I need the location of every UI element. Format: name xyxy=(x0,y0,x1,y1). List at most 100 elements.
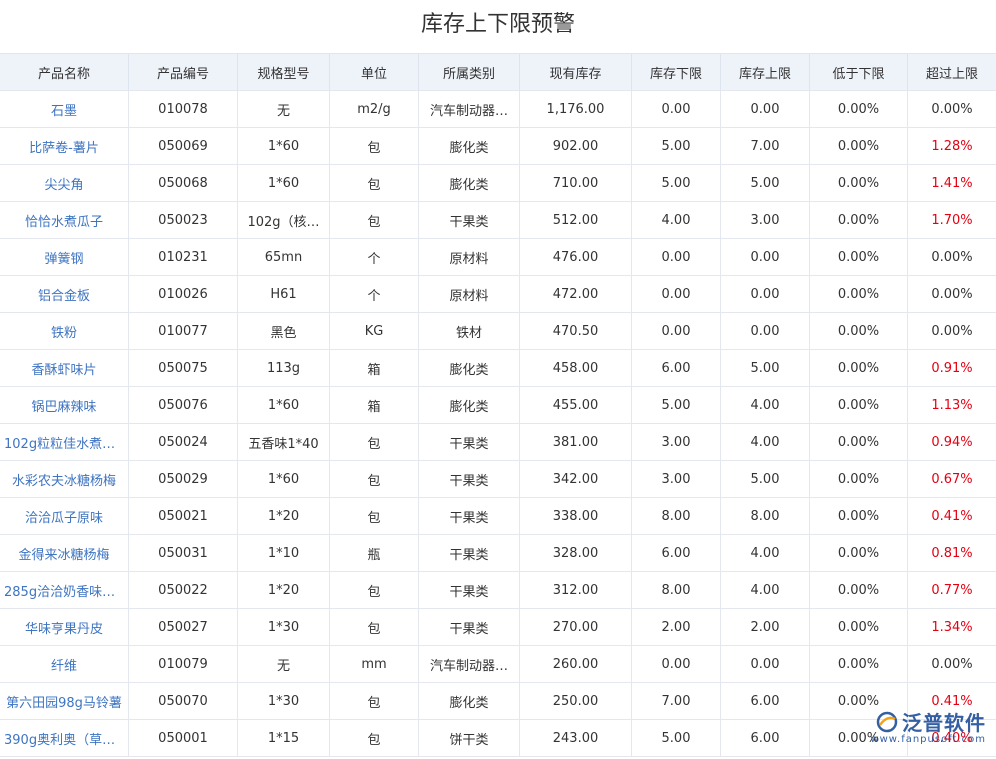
table-cell: 包 xyxy=(330,498,419,534)
product-name-link[interactable]: 水彩农夫冰糖杨梅 xyxy=(0,461,129,497)
cell-value: 比萨卷-薯片 xyxy=(29,140,99,156)
product-name-link[interactable]: 恰恰水煮瓜子 xyxy=(0,202,129,238)
product-name-link[interactable]: 华味亨果丹皮 xyxy=(0,609,129,645)
table-row[interactable]: 恰恰水煮瓜子 050023 102g（核… 包 干果类 512.00 4.00 3.00 0.0… xyxy=(0,202,996,239)
table-row[interactable]: 弹簧钢 010231 65mn 个 原材料 476.00 0.00 0.00 0.00% 0.00… xyxy=(0,239,996,276)
cell-value: mm xyxy=(361,656,387,672)
table-row[interactable]: 香酥虾味片 050075 113g 箱 膨化类 458.00 6.00 5.00 0.00% 0.… xyxy=(0,350,996,387)
table-row[interactable]: 水彩农夫冰糖杨梅 050029 1*60 包 干果类 342.00 3.00 5.00 0.00… xyxy=(0,461,996,498)
table-row[interactable]: 洽洽瓜子原味 050021 1*20 包 干果类 338.00 8.00 8.00 0.00% 0… xyxy=(0,498,996,535)
table-cell: 0.00% xyxy=(908,646,996,682)
column-header[interactable]: 产品名称 xyxy=(0,54,129,90)
table-cell: 0.00% xyxy=(810,91,908,127)
cell-value: 902.00 xyxy=(552,138,599,154)
column-header[interactable]: 库存上限 xyxy=(721,54,810,90)
cell-value: 膨化类 xyxy=(449,695,489,711)
table-row[interactable]: 比萨卷-薯片 050069 1*60 包 膨化类 902.00 5.00 7.00 0.00% 1… xyxy=(0,128,996,165)
product-name-link[interactable]: 第六田园98g马铃薯 xyxy=(0,683,129,719)
cell-value: 0.00% xyxy=(931,286,973,302)
cell-value: 050027 xyxy=(158,619,208,635)
cell-value: 石墨 xyxy=(50,103,77,119)
column-header[interactable]: 现有库存 xyxy=(520,54,632,90)
table-row[interactable]: 285g洽洽奶香味瓜子 050022 1*20 包 干果类 312.00 8.00 4.00 0… xyxy=(0,572,996,609)
cell-value: 010077 xyxy=(158,323,208,339)
cell-value: 干果类 xyxy=(449,436,489,452)
cell-value: 113g xyxy=(266,360,301,376)
cell-value: 金得来冰糖杨梅 xyxy=(18,547,110,563)
logo-url: www.fanpusoft.com xyxy=(870,734,986,745)
product-name-link[interactable]: 102g粒粒佳水煮瓜子 xyxy=(0,424,129,460)
product-name-link[interactable]: 石墨 xyxy=(0,91,129,127)
column-header[interactable]: 产品编号 xyxy=(129,54,238,90)
table-row[interactable]: 102g粒粒佳水煮瓜子 050024 五香味1*40 包 干果类 381.00 3.00 4.… xyxy=(0,424,996,461)
table-cell: KG xyxy=(330,313,419,349)
table-cell: 干果类 xyxy=(419,424,520,460)
table-row[interactable]: 纤维 010079 无 mm 汽车制动器… 260.00 0.00 0.00 0.00% 0.00… xyxy=(0,646,996,683)
product-name-link[interactable]: 铁粉 xyxy=(0,313,129,349)
table-cell: 1*15 xyxy=(238,720,330,756)
cell-value: 汽车制动器… xyxy=(429,658,508,674)
table-cell: 汽车制动器… xyxy=(419,91,520,127)
table-cell: 1*60 xyxy=(238,128,330,164)
table-cell: 1.28% xyxy=(908,128,996,164)
table-cell: 050070 xyxy=(129,683,238,719)
cell-value: 6.00 xyxy=(661,545,691,561)
table-cell: 6.00 xyxy=(632,535,721,571)
cell-value: 342.00 xyxy=(552,471,599,487)
table-cell: 0.00 xyxy=(632,646,721,682)
table-row[interactable]: 石墨 010078 无 m2/g 汽车制动器… 1,176.00 0.00 0.00 0.00%… xyxy=(0,91,996,128)
table-row[interactable]: 锅巴麻辣味 050076 1*60 箱 膨化类 455.00 5.00 4.00 0.00% 1.… xyxy=(0,387,996,424)
cell-value: 0.00% xyxy=(837,360,880,376)
column-header[interactable]: 单位 xyxy=(330,54,419,90)
table-row[interactable]: 铁粉 010077 黑色 KG 铁材 470.50 0.00 0.00 0.00% 0.00% xyxy=(0,313,996,350)
cell-value: 无 xyxy=(276,103,290,119)
table-cell: 710.00 xyxy=(520,165,632,201)
table-row[interactable]: 390g奥利奥（草莓味 050001 1*15 包饼干类 243.00 5.00 6.00 0… xyxy=(0,720,996,757)
column-header[interactable]: 超过上限 xyxy=(908,54,996,90)
cell-value: 050070 xyxy=(158,693,208,709)
column-header[interactable]: 所属类别 xyxy=(419,54,520,90)
table-cell: 328.00 xyxy=(520,535,632,571)
table-cell: 包 xyxy=(330,609,419,645)
column-header[interactable]: 规格型号 xyxy=(238,54,330,90)
table-row[interactable]: 金得来冰糖杨梅 050031 1*10 瓶 干果类 328.00 6.00 4.00 0.00%… xyxy=(0,535,996,572)
cell-value: 0.67% xyxy=(931,471,973,487)
product-name-link[interactable]: 285g洽洽奶香味瓜子 xyxy=(0,572,129,608)
table-cell: 0.00% xyxy=(810,498,908,534)
product-name-link[interactable]: 尖尖角 xyxy=(0,165,129,201)
product-name-link[interactable]: 纤维 xyxy=(0,646,129,682)
product-name-link[interactable]: 锅巴麻辣味 xyxy=(0,387,129,423)
product-name-link[interactable]: 铝合金板 xyxy=(0,276,129,312)
product-name-link[interactable]: 弹簧钢 xyxy=(0,239,129,275)
table-cell: 0.67% xyxy=(908,461,996,497)
product-name-link[interactable]: 390g奥利奥（草莓味 xyxy=(0,720,129,756)
table-cell: 472.00 xyxy=(520,276,632,312)
table-cell: 0.94% xyxy=(908,424,996,460)
table-row[interactable]: 华味亨果丹皮 050027 1*30 包 干果类 270.00 2.00 2.00 0.00% 1… xyxy=(0,609,996,646)
table-cell: 原材料 xyxy=(419,276,520,312)
table-cell: 0.00% xyxy=(810,424,908,460)
cell-value: 弹簧钢 xyxy=(44,251,84,267)
table-cell: 膨化类 xyxy=(419,128,520,164)
cell-value: 纤维 xyxy=(50,658,77,674)
cell-value: 0.00% xyxy=(931,656,973,672)
product-name-link[interactable]: 洽洽瓜子原味 xyxy=(0,498,129,534)
product-name-link[interactable]: 金得来冰糖杨梅 xyxy=(0,535,129,571)
table-cell: 干果类 xyxy=(419,202,520,238)
cell-value: 458.00 xyxy=(552,360,599,376)
product-name-link[interactable]: 比萨卷-薯片 xyxy=(0,128,129,164)
cell-value: 270.00 xyxy=(552,619,599,635)
table-row[interactable]: 第六田园98g马铃薯 050070 1*30 包膨化类 250.00 7.00 6.00 0.… xyxy=(0,683,996,720)
table-cell: 0.00% xyxy=(810,461,908,497)
column-header-label: 产品名称 xyxy=(37,66,90,82)
cell-value: 050001 xyxy=(158,730,208,746)
table-cell: 6.00 xyxy=(721,720,810,756)
table-row[interactable]: 尖尖角 050068 1*60 包 膨化类 710.00 5.00 5.00 0.00% 1.41… xyxy=(0,165,996,202)
cell-value: 5.00 xyxy=(750,175,780,191)
table-row[interactable]: 铝合金板 010026 H61 个 原材料 472.00 0.00 0.00 0.00% 0.00… xyxy=(0,276,996,313)
product-name-link[interactable]: 香酥虾味片 xyxy=(0,350,129,386)
cell-value: 102g（核… xyxy=(247,214,320,230)
column-header[interactable]: 库存下限 xyxy=(632,54,721,90)
column-header[interactable]: 低于下限 xyxy=(810,54,908,90)
table-cell: 无 xyxy=(238,91,330,127)
